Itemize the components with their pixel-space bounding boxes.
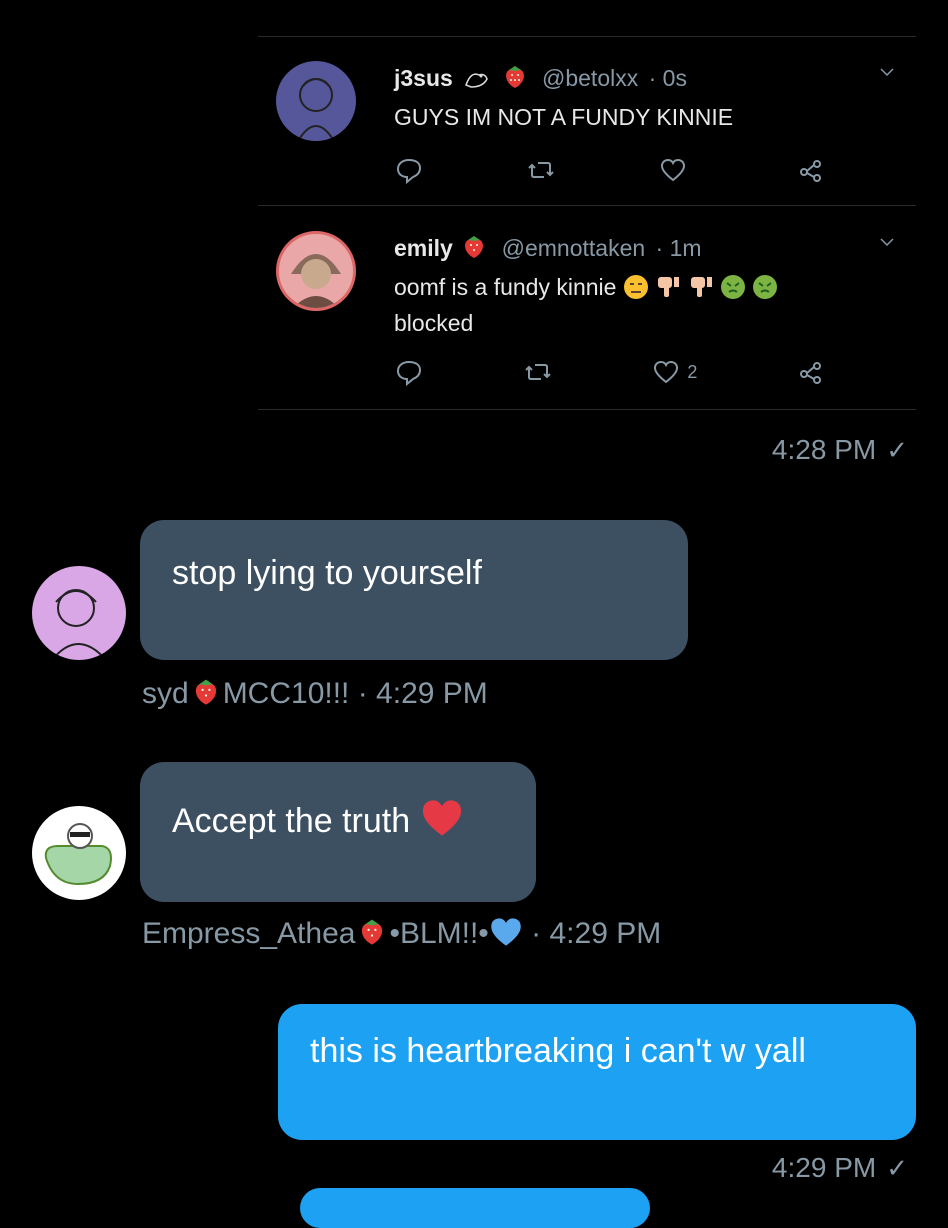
- tweet-author-handle[interactable]: @emnottaken: [502, 235, 646, 261]
- thumbs-down-icon: [690, 277, 712, 297]
- tweet-emily[interactable]: emily @emnottaken · 1m oomf is a fundy k…: [258, 207, 916, 407]
- message-text: stop lying to yourself: [172, 554, 482, 592]
- share-icon: [799, 362, 821, 384]
- message-time: · 4:29 PM: [357, 677, 488, 710]
- message-text: Accept the truth: [172, 802, 411, 840]
- sent-check-icon: ✓: [886, 1153, 908, 1183]
- message-bubble-incoming[interactable]: stop lying to yourself: [140, 520, 688, 660]
- like-count: 2: [687, 361, 698, 382]
- share-button[interactable]: [796, 155, 826, 185]
- tweet-text: GUYS IM NOT A FUNDY KINNIE: [394, 104, 734, 130]
- like-button[interactable]: [658, 155, 694, 185]
- message-text: this is heartbreaking i can't w yall: [310, 1032, 806, 1070]
- tweet-time: · 0s: [648, 65, 687, 91]
- share-button[interactable]: [796, 357, 826, 387]
- avatar-empress-athea[interactable]: [32, 806, 126, 900]
- quoted-tweet-card[interactable]: j3sus @betolxx · 0s GUYS IM NOT A FUNDY …: [258, 36, 916, 410]
- avatar-j3sus[interactable]: [276, 61, 356, 141]
- reply-button[interactable]: [394, 357, 424, 387]
- heart-icon: [654, 360, 679, 384]
- message-timestamp: 4:29 PM ✓: [772, 1152, 908, 1184]
- tweet-author-name[interactable]: j3sus: [394, 65, 453, 91]
- sender-suffix: MCC10!!!: [222, 677, 350, 710]
- nauseated-face-icon: [753, 275, 778, 299]
- sender-suffix: •BLM!!•: [389, 917, 489, 950]
- nauseated-face-icon: [721, 275, 746, 299]
- message-sender-meta: Empress_Athea •BLM!!• · 4:29 PM: [142, 914, 661, 951]
- message-timestamp: 4:28 PM ✓: [772, 434, 908, 466]
- retweet-button[interactable]: [523, 357, 553, 387]
- share-icon: [800, 160, 821, 182]
- tweet-actions: [394, 155, 826, 185]
- sender-name[interactable]: syd: [142, 677, 189, 710]
- sent-check-icon: ✓: [886, 435, 908, 465]
- strawberry-icon: [195, 679, 216, 705]
- retweet-button[interactable]: [526, 155, 556, 185]
- red-heart-icon: [422, 800, 461, 836]
- avatar-emily[interactable]: [276, 231, 356, 311]
- chevron-down-icon[interactable]: [880, 65, 894, 79]
- avatar-syd[interactable]: [32, 566, 126, 660]
- tweet-author-handle[interactable]: @betolxx: [542, 65, 638, 91]
- tweet-text-line1: oomf is a fundy kinnie: [394, 274, 617, 300]
- tweet-text: oomf is a fundy kinnie blocked: [394, 269, 778, 341]
- tweet-j3sus[interactable]: j3sus @betolxx · 0s GUYS IM NOT A FUNDY …: [258, 37, 916, 206]
- message-time: · 4:29 PM: [531, 917, 662, 950]
- message-bubble-outgoing[interactable]: this is heartbreaking i can't w yall: [278, 1004, 916, 1140]
- retweet-icon: [524, 364, 551, 380]
- tweet-actions: 2: [394, 357, 826, 387]
- message-sender-meta: syd MCC10!!! · 4:29 PM: [142, 674, 488, 711]
- sender-name[interactable]: Empress_Athea: [142, 917, 355, 950]
- like-button[interactable]: 2: [651, 357, 697, 387]
- heart-icon: [660, 158, 686, 182]
- thumbs-down-icon: [658, 277, 680, 297]
- timestamp-text: 4:28 PM: [771, 434, 877, 465]
- blue-heart-icon: [491, 918, 521, 946]
- frog-icon: [465, 73, 489, 88]
- strawberry-icon: [505, 66, 524, 88]
- retweet-icon: [528, 162, 554, 178]
- tweet-author-name[interactable]: emily: [394, 235, 453, 261]
- strawberry-icon: [362, 919, 383, 945]
- strawberry-icon: [465, 236, 484, 258]
- tweet-text-line2: blocked: [394, 310, 474, 336]
- message-bubble-incoming[interactable]: Accept the truth: [140, 762, 536, 902]
- timestamp-text: 4:29 PM: [771, 1152, 877, 1183]
- unamused-face-icon: [623, 275, 648, 299]
- reply-icon: [396, 360, 422, 387]
- message-bubble-outgoing-partial[interactable]: [300, 1188, 650, 1228]
- reply-icon: [396, 158, 422, 185]
- tweet-time: · 1m: [655, 235, 702, 261]
- reply-button[interactable]: [394, 155, 424, 185]
- chevron-down-icon[interactable]: [880, 235, 894, 249]
